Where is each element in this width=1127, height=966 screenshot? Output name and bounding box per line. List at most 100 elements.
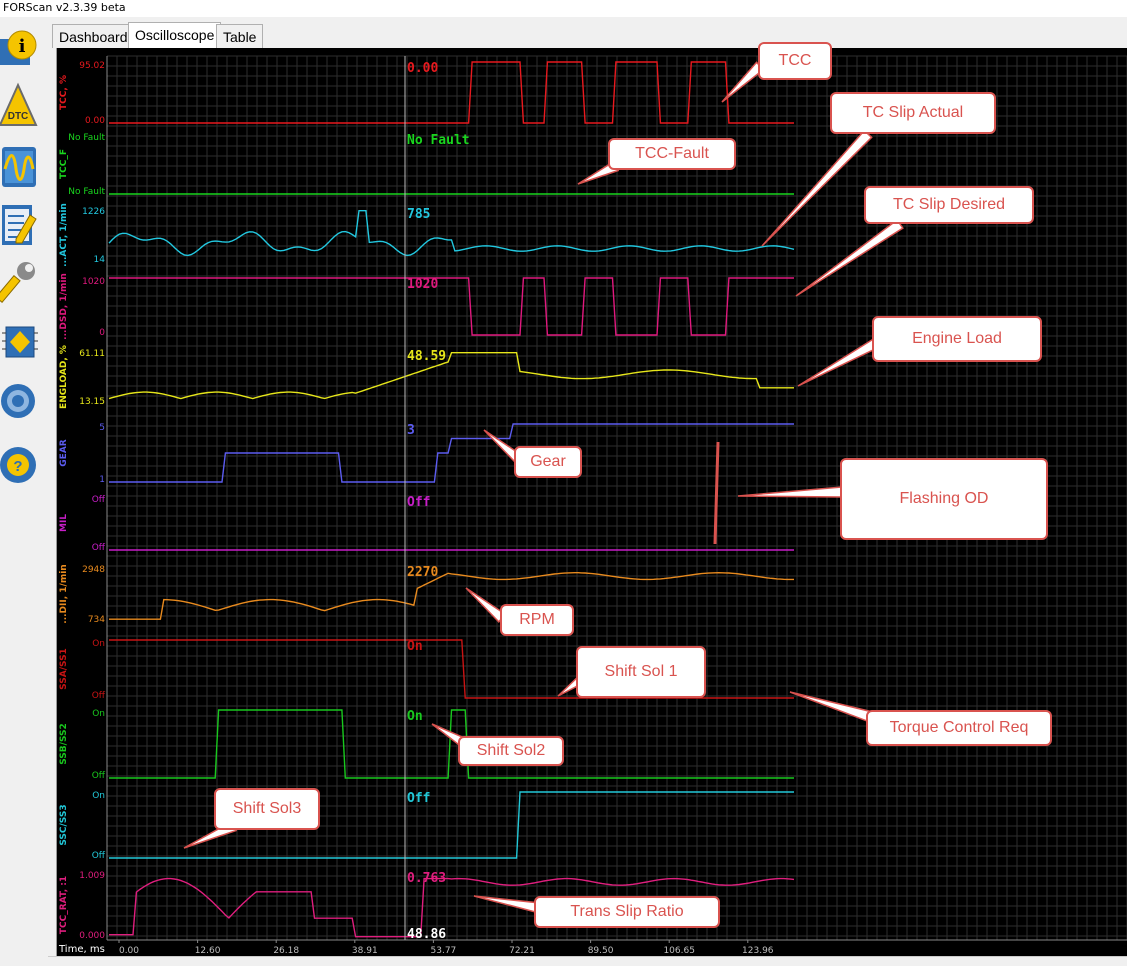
annotation-callout: Trans Slip Ratio	[534, 896, 720, 928]
time-tick-label: 53.77	[431, 946, 457, 956]
tab-table[interactable]: Table	[216, 24, 264, 48]
channel-name: GEAR	[59, 439, 69, 467]
channel-max-label: On	[92, 639, 105, 649]
annotation-callout: TC Slip Desired	[864, 186, 1034, 224]
channel-name: ...DII, 1/min	[59, 564, 69, 623]
time-cursor-value: 48.86	[407, 927, 446, 942]
channel-max-label: 5	[99, 423, 105, 433]
tab-dashboard[interactable]: Dashboard	[52, 24, 135, 48]
channel-trace	[109, 791, 794, 859]
channel-max-label: 1.009	[79, 871, 105, 881]
tab-bar: Dashboard Oscilloscope Table	[52, 22, 1127, 49]
channel-cursor-value: Off	[407, 791, 430, 806]
channel-min-label: No Fault	[68, 187, 105, 197]
channel-cursor-value: Off	[407, 495, 430, 510]
checklist-button[interactable]	[0, 201, 40, 251]
channel-trace	[109, 709, 794, 779]
annotation-callout: Shift Sol 1	[576, 646, 706, 698]
annotation-callout: Shift Sol3	[214, 788, 320, 830]
channel-max-label: On	[92, 791, 105, 801]
channel-max-label: 61.11	[79, 349, 105, 359]
tab-oscilloscope[interactable]: Oscilloscope	[128, 22, 222, 49]
channel-min-label: 734	[88, 615, 105, 625]
oscilloscope-button[interactable]	[0, 143, 40, 193]
wrench-icon	[0, 262, 35, 304]
channel-min-label: 13.15	[79, 397, 105, 407]
dtc-button[interactable]: DTC	[0, 81, 40, 131]
annotation-callout: TC Slip Actual	[830, 92, 996, 134]
channel-max-label: 1226	[82, 207, 105, 217]
channel-cursor-value: 48.59	[407, 349, 446, 364]
channel-name: SSC/SS3	[59, 804, 69, 845]
channel-name: ENGLOAD, %	[59, 345, 69, 409]
settings-button[interactable]	[0, 379, 40, 429]
channel-name: TCC, %	[59, 75, 69, 110]
channel-trace	[109, 61, 794, 124]
checklist-icon	[2, 205, 37, 245]
horizontal-scrollbar[interactable]	[48, 956, 1127, 966]
channel-name: ...ACT, 1/min	[59, 203, 69, 267]
time-axis-label: Time, ms	[58, 944, 105, 955]
chip-icon	[2, 326, 38, 358]
help-icon: ?	[0, 447, 36, 483]
annotation-callout: Gear	[514, 446, 582, 478]
channel-max-label: On	[92, 709, 105, 719]
time-tick-label: 106.65	[663, 946, 695, 956]
annotation-callout: Engine Load	[872, 316, 1042, 362]
channel-min-label: Off	[92, 691, 106, 701]
channel-max-label: 95.02	[79, 61, 105, 71]
channel-cursor-value: No Fault	[407, 133, 470, 148]
channel-cursor-value: On	[407, 639, 423, 654]
channel-min-label: Off	[92, 851, 106, 861]
annotation-callout: Shift Sol2	[458, 736, 564, 766]
channel-trace	[109, 423, 794, 483]
info-icon: i	[0, 30, 37, 65]
annotation-callout: Flashing OD	[840, 458, 1048, 540]
channel-min-label: 0.00	[85, 116, 105, 126]
annotation-callout: RPM	[500, 604, 574, 636]
channel-cursor-value: 785	[407, 207, 430, 222]
channel-cursor-value: 3	[407, 423, 415, 438]
annotation-callout: TCC-Fault	[608, 138, 736, 170]
channel-name: TCC_RAT, :1	[59, 876, 69, 934]
annotation-callout: TCC	[758, 42, 832, 80]
svg-text:i: i	[19, 36, 26, 57]
time-tick-label: 89.50	[588, 946, 614, 956]
channel-name: ...DSD, 1/min	[59, 273, 69, 340]
dtc-icon: DTC	[0, 82, 38, 126]
time-tick-label: 0.00	[119, 946, 139, 956]
channel-max-label: No Fault	[68, 133, 105, 143]
channel-name: TCC_F	[59, 149, 69, 179]
channel-name: SSB/SS2	[59, 723, 69, 765]
channel-max-label: 1020	[82, 277, 105, 287]
info-button[interactable]: i	[0, 25, 40, 75]
time-tick-label: 72.21	[509, 946, 535, 956]
channel-min-label: 1	[99, 475, 105, 485]
channel-min-label: 14	[94, 255, 106, 265]
oscilloscope-icon	[2, 147, 36, 187]
channel-name: MIL	[59, 514, 69, 532]
gear-icon	[1, 384, 35, 418]
service-button[interactable]	[0, 259, 40, 309]
channel-trace	[108, 210, 795, 257]
annotation-callout: Torque Control Req	[866, 710, 1052, 746]
channel-max-label: 2948	[82, 565, 105, 575]
time-tick-label: 12.60	[195, 946, 221, 956]
sidebar: i DTC ?	[0, 17, 50, 966]
time-tick-label: 38.91	[352, 946, 378, 956]
channel-cursor-value: On	[407, 709, 423, 724]
time-tick-label: 26.18	[273, 946, 299, 956]
channel-cursor-value: 0.763	[407, 871, 446, 886]
channel-min-label: 0	[99, 328, 105, 338]
help-button[interactable]: ?	[0, 441, 40, 491]
channel-name: SSA/SS1	[59, 648, 69, 690]
config-button[interactable]	[0, 319, 40, 369]
svg-text:DTC: DTC	[8, 111, 29, 122]
time-tick-label: 123.96	[742, 946, 774, 956]
channel-cursor-value: 0.00	[407, 61, 438, 76]
channel-min-label: Off	[92, 771, 106, 781]
svg-text:?: ?	[13, 458, 22, 475]
channel-cursor-value: 1020	[407, 277, 438, 292]
channel-min-label: Off	[92, 543, 106, 553]
channel-cursor-value: 2270	[407, 565, 438, 580]
